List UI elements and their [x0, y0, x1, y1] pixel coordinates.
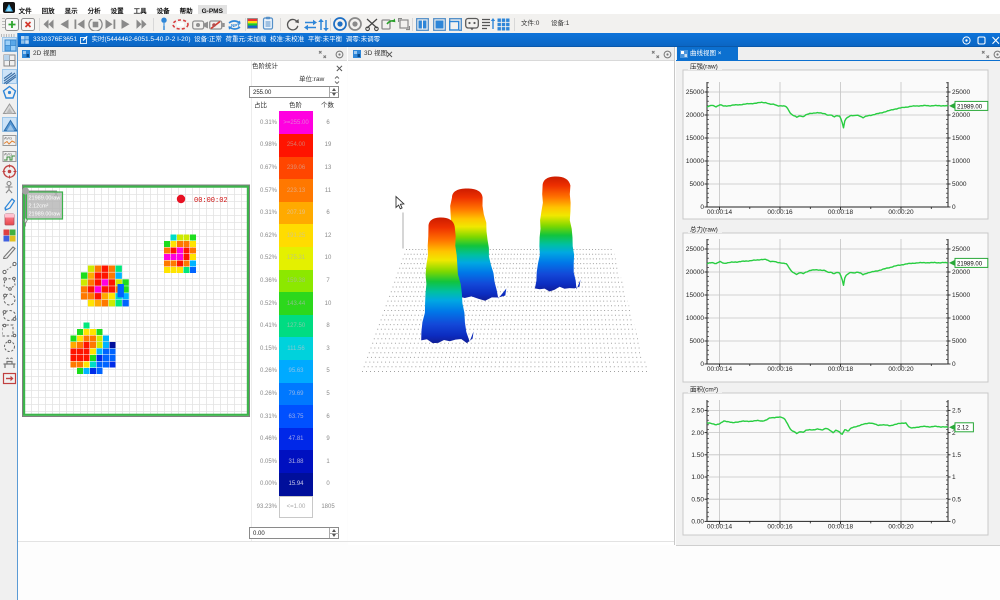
- svg-text:0.00: 0.00: [691, 519, 704, 526]
- svg-text:0: 0: [952, 204, 956, 211]
- svg-text:00:00:18: 00:00:18: [828, 523, 854, 530]
- svg-text:0.50: 0.50: [691, 496, 704, 503]
- svg-text:10000: 10000: [952, 315, 970, 322]
- svg-text:25000: 25000: [952, 89, 970, 96]
- svg-text:20000: 20000: [952, 112, 970, 119]
- svg-text:00:00:14: 00:00:14: [707, 366, 733, 373]
- svg-text:10000: 10000: [952, 158, 970, 165]
- svg-text:15000: 15000: [952, 292, 970, 299]
- svg-text:00:00:18: 00:00:18: [828, 366, 854, 373]
- svg-text:5000: 5000: [690, 181, 705, 188]
- svg-text:15000: 15000: [686, 292, 704, 299]
- svg-text:0: 0: [952, 519, 956, 526]
- svg-text:20000: 20000: [686, 269, 704, 276]
- svg-text:00:00:20: 00:00:20: [888, 209, 914, 216]
- svg-text:2.12cm²: 2.12cm²: [29, 203, 49, 209]
- svg-text:2.50: 2.50: [691, 408, 704, 415]
- svg-text:00:00:14: 00:00:14: [707, 523, 733, 530]
- svg-text:0.5: 0.5: [952, 496, 961, 503]
- svg-text:5000: 5000: [952, 181, 967, 188]
- svg-text:00:00:16: 00:00:16: [767, 209, 793, 216]
- svg-text:总力(raw): 总力(raw): [690, 225, 718, 234]
- svg-text:AVG: AVG: [4, 135, 12, 140]
- svg-text:00:00:20: 00:00:20: [888, 523, 914, 530]
- svg-text:面积(cm²): 面积(cm²): [690, 385, 718, 394]
- svg-text:NPT: NPT: [231, 23, 240, 28]
- svg-text:20000: 20000: [686, 112, 704, 119]
- svg-text:25000: 25000: [686, 89, 704, 96]
- svg-text:压强(raw): 压强(raw): [690, 63, 718, 71]
- svg-text:0: 0: [700, 361, 704, 368]
- svg-text:0: 0: [700, 204, 704, 211]
- svg-text:21989.00raw: 21989.00raw: [29, 195, 61, 201]
- svg-text:1.50: 1.50: [691, 452, 704, 459]
- svg-text:00:00:14: 00:00:14: [707, 209, 733, 216]
- svg-text:15000: 15000: [952, 135, 970, 142]
- svg-text:10000: 10000: [686, 158, 704, 165]
- svg-text:00:00:02: 00:00:02: [194, 197, 228, 205]
- svg-text:00:00:18: 00:00:18: [828, 209, 854, 216]
- svg-text:0: 0: [952, 361, 956, 368]
- svg-text:AVG: AVG: [4, 151, 12, 156]
- svg-text:15000: 15000: [686, 135, 704, 142]
- svg-text:1: 1: [952, 474, 956, 481]
- svg-text:21989.00raw: 21989.00raw: [29, 211, 61, 217]
- svg-text:2.00: 2.00: [691, 430, 704, 437]
- svg-text:25000: 25000: [686, 246, 704, 253]
- svg-text:2.5: 2.5: [952, 408, 961, 415]
- svg-text:1.00: 1.00: [691, 474, 704, 481]
- svg-text:00:00:20: 00:00:20: [888, 366, 914, 373]
- svg-text:21989.00: 21989.00: [957, 104, 983, 110]
- svg-text:20000: 20000: [952, 269, 970, 276]
- svg-text:2.12: 2.12: [957, 426, 969, 432]
- svg-text:25000: 25000: [952, 246, 970, 253]
- svg-text:1.5: 1.5: [952, 452, 961, 459]
- svg-text:00:00:16: 00:00:16: [767, 366, 793, 373]
- svg-text:21989.00: 21989.00: [957, 261, 983, 267]
- svg-text:10000: 10000: [686, 315, 704, 322]
- svg-text:00:00:16: 00:00:16: [767, 523, 793, 530]
- svg-text:5000: 5000: [690, 338, 705, 345]
- svg-text:5000: 5000: [952, 338, 967, 345]
